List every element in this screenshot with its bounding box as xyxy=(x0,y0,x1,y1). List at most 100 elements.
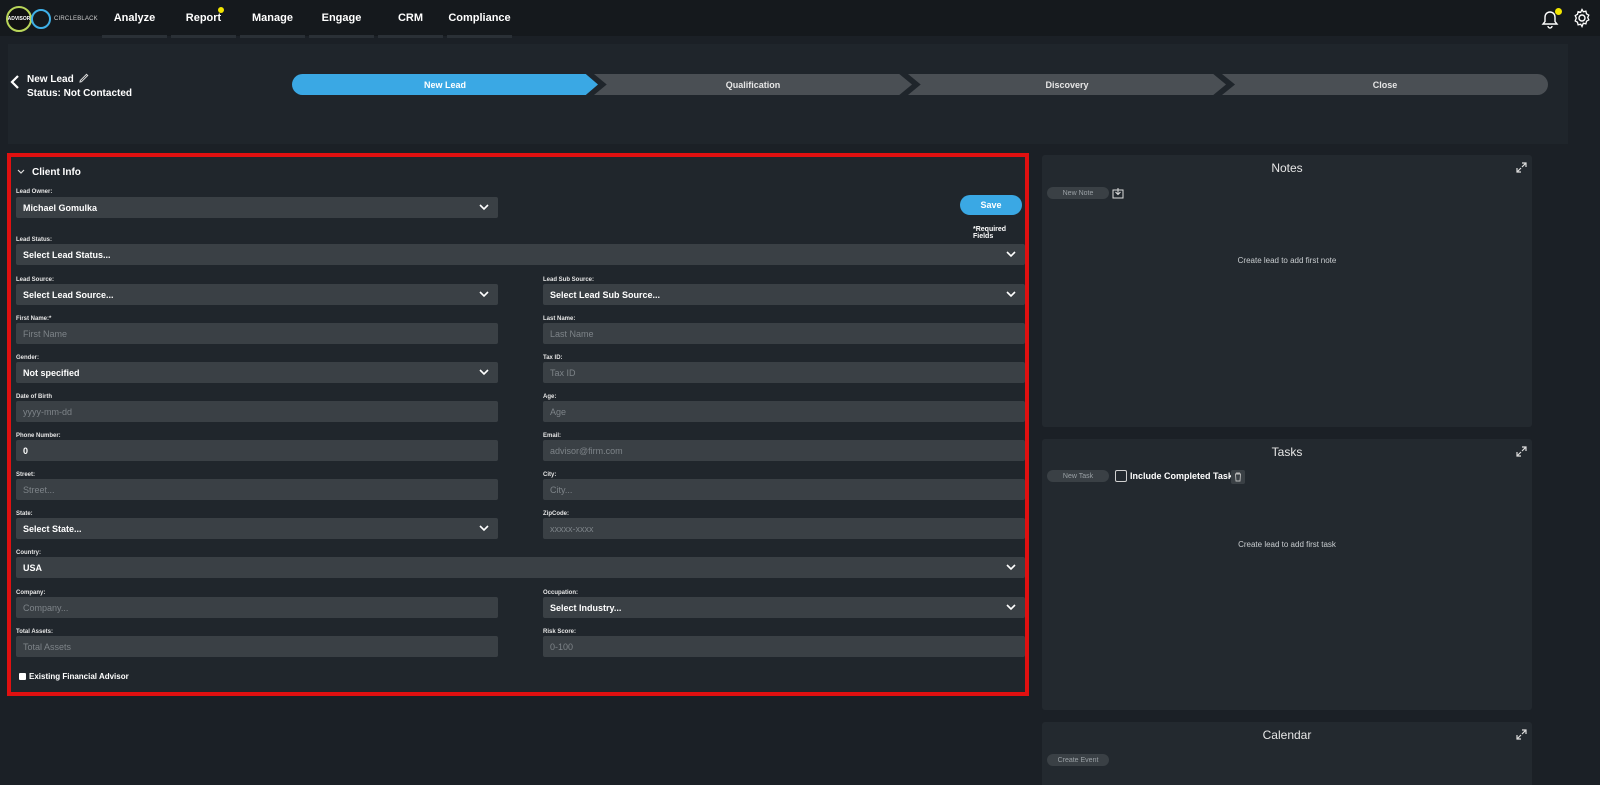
bell-icon[interactable] xyxy=(1540,7,1562,32)
notes-panel: Notes New Note Create lead to add first … xyxy=(1042,155,1532,427)
create-event-button[interactable]: Create Event xyxy=(1047,754,1109,766)
calendar-panel: Calendar Create Event xyxy=(1042,722,1532,785)
lead-status-select[interactable]: Select Lead Status... xyxy=(16,244,1025,265)
app-logo[interactable]: ADVISOR CIRCLEBLACK xyxy=(6,6,98,32)
company-input[interactable]: Company... xyxy=(16,597,498,618)
chevron-down-icon xyxy=(1006,251,1016,258)
existing-advisor-checkbox[interactable]: Existing Financial Advisor xyxy=(19,672,129,681)
main-nav: Analyze Report Manage Engage CRM Complia… xyxy=(100,0,514,38)
nav-analyze[interactable]: Analyze xyxy=(100,0,169,38)
nav-manage[interactable]: Manage xyxy=(238,0,307,38)
chevron-down-icon xyxy=(479,204,489,211)
total-assets-input[interactable]: Total Assets xyxy=(16,636,498,657)
zip-input[interactable]: xxxxx-xxxx xyxy=(543,518,1025,539)
lead-status: Status: Not Contacted xyxy=(27,88,132,99)
new-task-button[interactable]: New Task xyxy=(1047,470,1109,482)
expand-icon[interactable] xyxy=(1516,729,1527,740)
stage-progress: New Lead Qualification Discovery Close xyxy=(292,74,1548,95)
gear-icon[interactable] xyxy=(1572,8,1592,33)
client-info-header[interactable]: Client Info xyxy=(17,167,81,178)
lead-source-select[interactable]: Select Lead Source... xyxy=(16,284,498,305)
chevron-down-icon xyxy=(479,369,489,376)
edit-pencil-icon[interactable] xyxy=(79,73,89,86)
top-nav-bar: ADVISOR CIRCLEBLACK Analyze Report Manag… xyxy=(0,0,1600,38)
logo-ring xyxy=(31,9,51,29)
street-input[interactable]: Street... xyxy=(16,479,498,500)
dob-input[interactable]: yyyy-mm-dd xyxy=(16,401,498,422)
tasks-panel: Tasks New Task Include Completed Tasks C… xyxy=(1042,439,1532,710)
tasks-title: Tasks xyxy=(1271,445,1303,459)
occupation-select[interactable]: Select Industry... xyxy=(543,597,1025,618)
first-name-label: First Name:* xyxy=(16,316,52,322)
notes-empty-message: Create lead to add first note xyxy=(1237,256,1337,265)
age-label: Age: xyxy=(543,394,557,400)
dob-label: Date of Birth xyxy=(16,394,52,400)
tax-id-label: Tax ID: xyxy=(543,355,563,361)
lead-sub-source-select[interactable]: Select Lead Sub Source... xyxy=(543,284,1025,305)
lead-title: New Lead xyxy=(27,73,89,86)
lead-owner-select[interactable]: Michael Gomulka xyxy=(16,197,498,218)
email-input[interactable]: advisor@firm.com xyxy=(543,440,1025,461)
notification-dot xyxy=(218,7,224,13)
stage-qualification[interactable]: Qualification xyxy=(594,74,912,95)
total-assets-label: Total Assets: xyxy=(16,629,54,635)
chevron-down-icon xyxy=(479,525,489,532)
lead-sub-source-label: Lead Sub Source: xyxy=(543,277,595,283)
lead-status-label: Lead Status: xyxy=(16,237,53,243)
notification-dot xyxy=(1555,7,1562,15)
nav-compliance[interactable]: Compliance xyxy=(445,0,514,38)
company-label: Company: xyxy=(16,590,46,596)
lead-source-label: Lead Source: xyxy=(16,277,55,283)
occupation-label: Occupation: xyxy=(543,590,579,596)
required-fields-note: *Required Fields xyxy=(973,226,1007,240)
phone-input[interactable]: 0 xyxy=(16,440,498,461)
notes-title: Notes xyxy=(1271,161,1303,175)
expand-icon[interactable] xyxy=(1516,162,1527,173)
age-input[interactable]: Age xyxy=(543,401,1025,422)
email-label: Email: xyxy=(543,433,562,439)
risk-score-label: Risk Score: xyxy=(543,629,577,635)
nav-engage[interactable]: Engage xyxy=(307,0,376,38)
checkbox-box[interactable] xyxy=(1115,470,1127,482)
save-button[interactable]: Save xyxy=(960,195,1022,215)
country-label: Country: xyxy=(16,550,41,556)
state-label: State: xyxy=(16,511,33,517)
city-input[interactable]: City... xyxy=(543,479,1025,500)
last-name-label: Last Name: xyxy=(543,316,576,322)
back-chevron-icon[interactable] xyxy=(10,74,20,95)
nav-report[interactable]: Report xyxy=(169,0,238,38)
download-icon[interactable] xyxy=(1112,186,1124,204)
chevron-down-icon xyxy=(1006,604,1016,611)
gender-label: Gender: xyxy=(16,355,40,361)
tax-id-input[interactable]: Tax ID xyxy=(543,362,1025,383)
lead-owner-label: Lead Owner: xyxy=(16,189,53,195)
trash-icon[interactable] xyxy=(1231,470,1245,489)
stage-close[interactable]: Close xyxy=(1222,74,1548,95)
stage-new-lead[interactable]: New Lead xyxy=(292,74,598,95)
calendar-title: Calendar xyxy=(1262,728,1312,742)
chevron-down-icon xyxy=(479,291,489,298)
expand-icon[interactable] xyxy=(1516,446,1527,457)
new-note-button[interactable]: New Note xyxy=(1047,187,1109,199)
chevron-down-icon xyxy=(1006,564,1016,571)
city-label: City: xyxy=(543,472,557,478)
chevron-down-icon xyxy=(1006,291,1016,298)
tasks-empty-message: Create lead to add first task xyxy=(1238,540,1336,549)
stage-discovery[interactable]: Discovery xyxy=(908,74,1226,95)
gender-select[interactable]: Not specified xyxy=(16,362,498,383)
collapse-chevron-icon[interactable] xyxy=(17,167,25,178)
logo-badge: ADVISOR xyxy=(6,6,32,32)
phone-label: Phone Number: xyxy=(16,433,61,439)
include-completed-toggle[interactable]: Include Completed Tasks xyxy=(1115,470,1238,482)
checkbox-box[interactable] xyxy=(19,673,26,680)
logo-wordmark: CIRCLEBLACK xyxy=(54,16,98,22)
zip-label: ZipCode: xyxy=(543,511,569,517)
street-label: Street: xyxy=(16,472,36,478)
nav-crm[interactable]: CRM xyxy=(376,0,445,38)
risk-score-input[interactable]: 0-100 xyxy=(543,636,1025,657)
client-info-panel: Client Info Save *Required Fields Lead O… xyxy=(7,153,1029,696)
country-select[interactable]: USA xyxy=(16,557,1025,578)
first-name-input[interactable]: First Name xyxy=(16,323,498,344)
state-select[interactable]: Select State... xyxy=(16,518,498,539)
last-name-input[interactable]: Last Name xyxy=(543,323,1025,344)
